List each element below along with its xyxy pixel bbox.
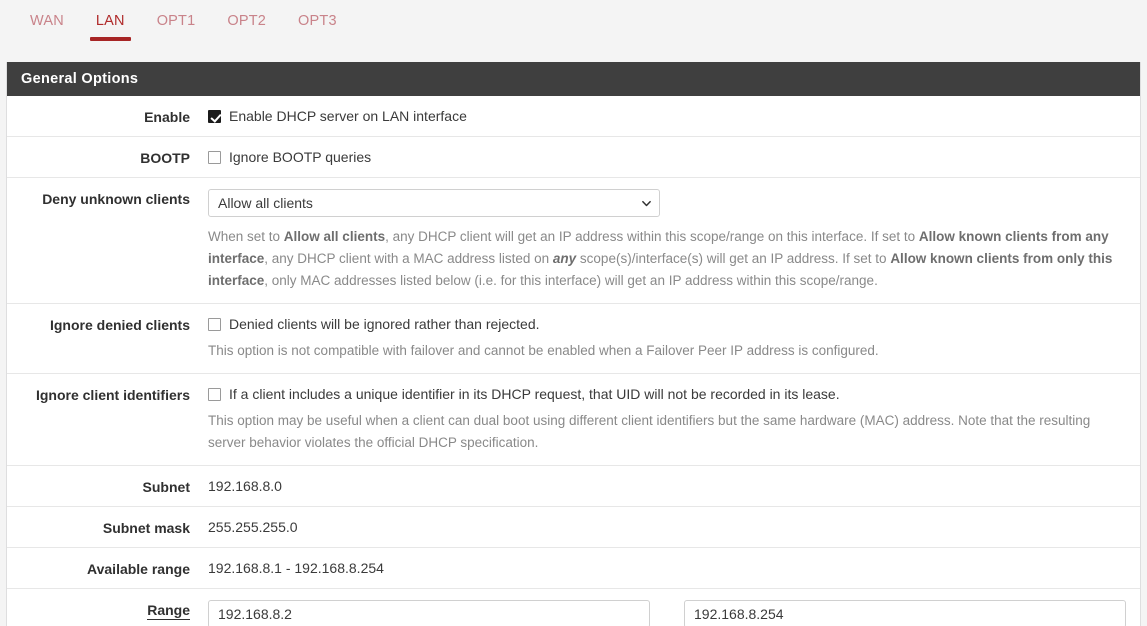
deny-unknown-clients-select[interactable]: Allow all clients Allow known clients fr…	[208, 189, 660, 217]
control-subnet-mask: 255.255.255.0	[190, 518, 1140, 535]
help-text: , any DHCP client with a MAC address lis…	[264, 251, 553, 266]
help-italic: any	[552, 251, 577, 266]
help-text: , any DHCP client will get an IP address…	[385, 229, 919, 244]
help-text: , only MAC addresses listed below (i.e. …	[264, 273, 878, 288]
tab-wan[interactable]: WAN	[14, 0, 80, 29]
tab-opt3[interactable]: OPT3	[282, 0, 353, 29]
ignore-denied-checkbox[interactable]	[208, 318, 221, 331]
label-bootp: BOOTP	[140, 150, 190, 166]
interface-tab-bar: WAN LAN OPT1 OPT2 OPT3	[0, 0, 1147, 56]
available-range-value: 192.168.8.1 - 192.168.8.254	[208, 560, 384, 576]
bootp-checkbox-label: Ignore BOOTP queries	[229, 149, 372, 165]
range-inputs: From To	[208, 600, 1126, 626]
bootp-checkbox-line[interactable]: Ignore BOOTP queries	[208, 148, 1126, 166]
row-range: Range From To	[7, 589, 1140, 626]
tab-opt1[interactable]: OPT1	[141, 0, 212, 29]
label-ignore-denied-clients: Ignore denied clients	[49, 317, 190, 333]
range-from-column: From	[208, 600, 650, 626]
label-subnet: Subnet	[142, 479, 190, 495]
ignore-client-ids-checkbox-line[interactable]: If a client includes a unique identifier…	[208, 385, 1126, 403]
label-subnet-mask: Subnet mask	[102, 520, 190, 536]
row-enable: Enable Enable DHCP server on LAN interfa…	[7, 96, 1140, 137]
panel-heading: General Options	[7, 62, 1140, 96]
tab-opt2[interactable]: OPT2	[211, 0, 282, 29]
label-deny-unknown-clients: Deny unknown clients	[42, 191, 190, 207]
range-from-input[interactable]	[208, 600, 650, 626]
control-deny-unknown-clients: Allow all clients Allow known clients fr…	[190, 189, 1140, 292]
ignore-client-ids-checkbox[interactable]	[208, 388, 221, 401]
control-range: From To	[190, 600, 1140, 626]
range-label-text: Range	[147, 602, 190, 620]
control-enable: Enable DHCP server on LAN interface	[190, 107, 1140, 125]
label-available-range: Available range	[87, 561, 190, 577]
tab-wan-label: WAN	[30, 13, 64, 29]
enable-checkbox[interactable]	[208, 110, 221, 123]
deny-unknown-clients-select-wrap: Allow all clients Allow known clients fr…	[208, 189, 660, 217]
ignore-client-ids-checkbox-label: If a client includes a unique identifier…	[229, 386, 840, 402]
tab-opt2-label: OPT2	[227, 13, 267, 29]
row-bootp: BOOTP Ignore BOOTP queries	[7, 137, 1140, 178]
help-text: scope(s)/interface(s) will get an IP add…	[576, 251, 891, 266]
ignore-client-ids-help: This option may be useful when a client …	[208, 413, 1091, 450]
help-bold: Allow all clients	[283, 229, 386, 244]
enable-checkbox-label: Enable DHCP server on LAN interface	[229, 108, 467, 124]
subnet-value: 192.168.8.0	[208, 478, 282, 494]
subnet-mask-value: 255.255.255.0	[208, 519, 298, 535]
bootp-checkbox[interactable]	[208, 151, 221, 164]
label-range: Range	[7, 600, 190, 620]
tab-opt3-label: OPT3	[298, 13, 337, 29]
enable-checkbox-line[interactable]: Enable DHCP server on LAN interface	[208, 107, 1126, 125]
tab-opt1-label: OPT1	[156, 13, 196, 29]
row-ignore-client-identifiers: Ignore client identifiers If a client in…	[7, 374, 1140, 466]
ignore-denied-checkbox-label: Denied clients will be ignored rather th…	[229, 316, 540, 332]
row-deny-unknown-clients: Deny unknown clients Allow all clients A…	[7, 178, 1140, 304]
control-ignore-client-identifiers: If a client includes a unique identifier…	[190, 385, 1140, 454]
label-ignore-client-identifiers: Ignore client identifiers	[35, 387, 190, 403]
deny-unknown-clients-help: When set to Allow all clients, any DHCP …	[208, 226, 1126, 292]
control-ignore-denied-clients: Denied clients will be ignored rather th…	[190, 315, 1140, 362]
help-text: When set to	[208, 229, 284, 244]
control-subnet: 192.168.8.0	[190, 477, 1140, 494]
ignore-denied-help: This option is not compatible with failo…	[208, 343, 879, 358]
tab-lan-label: LAN	[95, 13, 125, 29]
row-subnet-mask: Subnet mask 255.255.255.0	[7, 507, 1140, 548]
control-available-range: 192.168.8.1 - 192.168.8.254	[190, 559, 1140, 576]
row-available-range: Available range 192.168.8.1 - 192.168.8.…	[7, 548, 1140, 589]
row-subnet: Subnet 192.168.8.0	[7, 466, 1140, 507]
general-options-panel: General Options Enable Enable DHCP serve…	[6, 62, 1141, 626]
label-enable: Enable	[144, 109, 190, 125]
control-bootp: Ignore BOOTP queries	[190, 148, 1140, 166]
row-ignore-denied-clients: Ignore denied clients Denied clients wil…	[7, 304, 1140, 374]
range-to-column: To	[684, 600, 1126, 626]
tab-lan[interactable]: LAN	[80, 0, 141, 41]
range-to-input[interactable]	[684, 600, 1126, 626]
ignore-denied-checkbox-line[interactable]: Denied clients will be ignored rather th…	[208, 315, 1126, 333]
